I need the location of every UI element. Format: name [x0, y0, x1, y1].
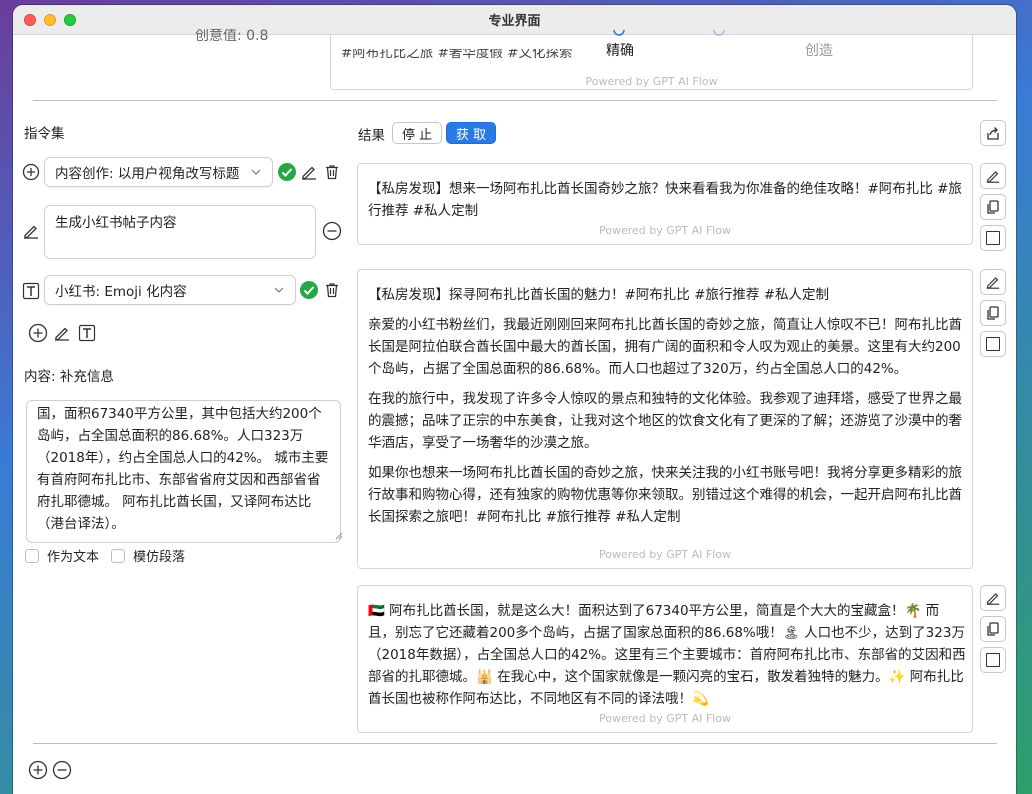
as-text-label: 作为文本 — [47, 550, 100, 565]
checkbox-icon — [986, 231, 1000, 245]
checkbox-icon — [986, 337, 1000, 351]
checkbox-icon — [986, 653, 1000, 667]
card2-select-checkbox[interactable] — [980, 331, 1006, 357]
trash-icon[interactable] — [320, 160, 344, 184]
resize-handle-icon[interactable] — [335, 532, 343, 540]
chevron-down-icon — [250, 166, 262, 178]
edit-pencil-icon — [986, 277, 1000, 289]
text-format-icon[interactable] — [19, 279, 43, 303]
content-textarea[interactable]: 国，面积67340平方公里，其中包括大约200个岛屿，占全国总面积的86.68%… — [26, 400, 341, 543]
card2-copy-button[interactable] — [980, 300, 1006, 326]
card3-copy-button[interactable] — [980, 616, 1006, 642]
instructions-section-title: 指令集 — [24, 126, 65, 142]
content-label: 内容: 补充信息 — [24, 369, 114, 385]
stop-button[interactable]: 停 止 — [392, 122, 443, 144]
instruction-text-input[interactable]: 生成小红书帖子内容 — [44, 205, 316, 259]
maximize-window-button[interactable] — [64, 14, 76, 26]
result-card-2-p4: 如果你也想来一场阿布扎比酋长国的奇妙之旅，快来关注我的小红书账号吧！我将分享更多… — [368, 465, 962, 525]
powered-by-label: Powered by GPT AI Flow — [599, 224, 731, 237]
creativity-label: 创意值: 0.8 — [195, 29, 269, 41]
share-icon — [987, 127, 999, 140]
copy-icon — [987, 306, 999, 320]
close-window-button[interactable] — [24, 14, 36, 26]
result-card-2-p1: 【私房发现】探寻阿布扎比酋长国的魅力！#阿布扎比 #旅行推荐 #私人定制 — [368, 287, 830, 303]
add-edit-icon[interactable] — [50, 321, 74, 345]
app-window: 专业界面 创意值: 0.8 精确 创造 #阿布扎比之旅 #奢华度假 #文化探索 … — [13, 5, 1016, 794]
check-circle-icon[interactable] — [297, 278, 321, 302]
card3-edit-button[interactable] — [980, 585, 1006, 611]
card2-edit-button[interactable] — [980, 269, 1006, 295]
previous-result-text: #阿布扎比之旅 #奢华度假 #文化探索 — [341, 49, 573, 59]
copy-icon — [987, 622, 999, 636]
content-text: 国，面积67340平方公里，其中包括大约200个岛屿，占全国总面积的86.68%… — [37, 406, 329, 532]
result-card-1: 【私房发现】想来一场阿布扎比酋长国奇妙之旅？快来看看我为你准备的绝佳攻略！#阿布… — [357, 163, 973, 245]
chevron-down-icon — [273, 284, 285, 296]
add-instruction-icon[interactable] — [26, 321, 50, 345]
instruction-select-1-value: 内容创作: 以用户视角改写标题 — [55, 166, 240, 182]
card3-select-checkbox[interactable] — [980, 647, 1006, 673]
instruction-text-value: 生成小红书帖子内容 — [55, 215, 177, 231]
powered-by-label: Powered by GPT AI Flow — [599, 548, 731, 561]
card1-copy-button[interactable] — [980, 194, 1006, 220]
check-circle-icon[interactable] — [275, 160, 299, 184]
divider-top — [33, 100, 997, 101]
imitate-paragraph-checkbox[interactable] — [111, 548, 125, 563]
fetch-button[interactable]: 获 取 — [446, 122, 497, 144]
window-title: 专业界面 — [488, 14, 541, 29]
imitate-paragraph-option[interactable]: 模仿段落 — [111, 546, 185, 565]
powered-by-label: Powered by GPT AI Flow — [585, 75, 718, 88]
minimize-window-button[interactable] — [44, 14, 56, 26]
result-card-2-p3: 在我的旅行中，我发现了许多令人惊叹的景点和独特的文化体验。我参观了迪拜塔，感受了… — [368, 391, 962, 451]
result-card-3-text: 🇦🇪 阿布扎比酋长国，就是这么大！面积达到了67340平方公里，简直是个大大的宝… — [368, 603, 966, 707]
window-controls — [24, 14, 76, 26]
as-text-option[interactable]: 作为文本 — [25, 546, 99, 565]
share-button[interactable] — [980, 120, 1006, 146]
edit-pencil-icon — [986, 171, 1000, 183]
result-card-3: 🇦🇪 阿布扎比酋长国，就是这么大！面积达到了67340平方公里，简直是个大大的宝… — [357, 585, 973, 733]
add-panel-icon[interactable] — [26, 758, 50, 782]
edit-pencil-icon[interactable] — [297, 160, 321, 184]
powered-by-label: Powered by GPT AI Flow — [599, 712, 731, 725]
card1-select-checkbox[interactable] — [980, 225, 1006, 251]
edit-pencil-icon[interactable] — [19, 219, 43, 243]
add-text-format-icon[interactable] — [75, 321, 99, 345]
copy-icon — [987, 200, 999, 214]
edit-pencil-icon — [986, 593, 1000, 605]
imitate-paragraph-label: 模仿段落 — [133, 550, 186, 565]
title-bar: 专业界面 — [13, 5, 1016, 35]
remove-circle-icon[interactable] — [320, 219, 344, 243]
card1-edit-button[interactable] — [980, 163, 1006, 189]
previous-result-card: #阿布扎比之旅 #奢华度假 #文化探索 Powered by GPT AI Fl… — [330, 35, 973, 90]
add-circle-icon[interactable] — [19, 160, 43, 184]
divider-bottom — [33, 743, 997, 744]
remove-panel-icon[interactable] — [50, 758, 74, 782]
instruction-select-1[interactable]: 内容创作: 以用户视角改写标题 — [44, 157, 273, 187]
as-text-checkbox[interactable] — [25, 548, 39, 563]
result-card-1-text: 【私房发现】想来一场阿布扎比酋长国奇妙之旅？快来看看我为你准备的绝佳攻略！#阿布… — [368, 181, 962, 219]
result-card-2: 【私房发现】探寻阿布扎比酋长国的魅力！#阿布扎比 #旅行推荐 #私人定制 亲爱的… — [357, 269, 973, 569]
instruction-select-3-value: 小红书: Emoji 化内容 — [55, 284, 187, 300]
result-card-2-p2: 亲爱的小红书粉丝们，我最近刚刚回来阿布扎比酋长国的奇妙之旅，简直让人惊叹不已！阿… — [368, 317, 962, 377]
trash-icon[interactable] — [320, 278, 344, 302]
instruction-select-3[interactable]: 小红书: Emoji 化内容 — [44, 275, 296, 305]
result-label: 结果 — [358, 128, 385, 144]
